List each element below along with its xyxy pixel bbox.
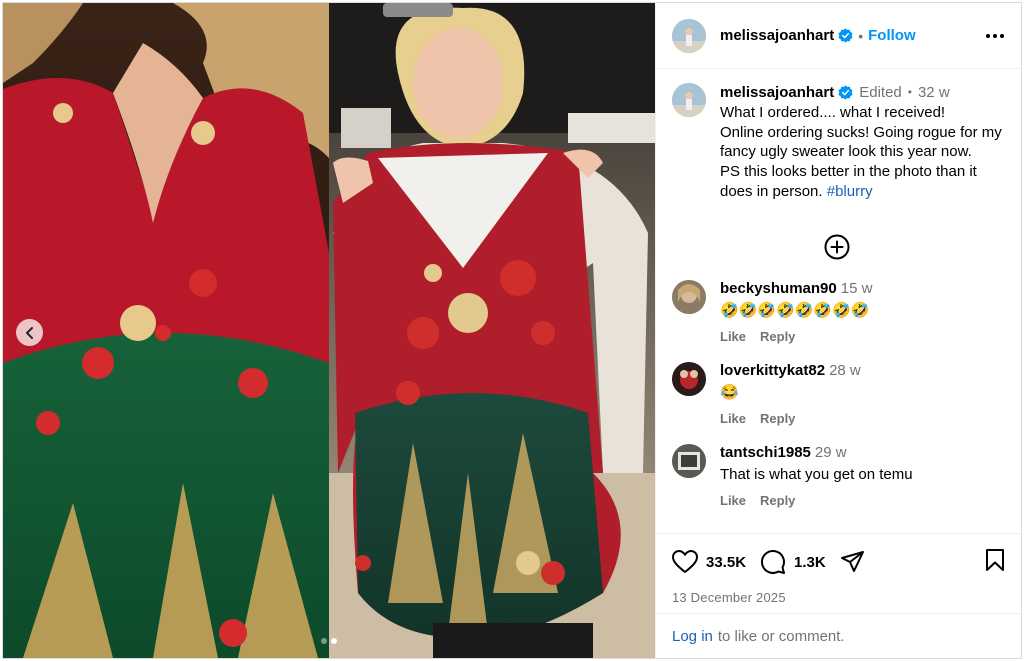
avatar[interactable]	[672, 443, 706, 478]
comment-username[interactable]: loverkittykat82	[720, 362, 825, 379]
post-header: melissajoanhart • Follow	[656, 3, 1021, 69]
comment-icon	[761, 550, 786, 574]
action-bar: 33.5K 1.3K	[672, 534, 1005, 590]
share-icon	[840, 551, 864, 572]
avatar[interactable]	[672, 279, 706, 314]
edited-label: Edited	[859, 84, 902, 101]
heart-icon	[672, 550, 698, 573]
comment-button[interactable]: 1.3K	[760, 549, 826, 575]
caption: melissajoanhart Edited • 32 w What I ord…	[672, 83, 1005, 202]
carousel-dot	[321, 638, 327, 644]
caption-text: What I ordered.... what I received! Onli…	[720, 103, 1005, 202]
more-horizontal-icon[interactable]	[983, 24, 1007, 48]
login-prompt: Log in to like or comment.	[656, 613, 1021, 658]
like-comment-button[interactable]: Like	[720, 411, 746, 426]
avatar[interactable]	[672, 361, 706, 396]
like-count[interactable]: 33.5K	[706, 554, 746, 571]
bookmark-icon	[986, 548, 1004, 571]
chevron-left-icon	[25, 326, 33, 339]
verified-badge-icon	[838, 85, 853, 100]
post-date[interactable]: 13 December 2025	[672, 590, 1005, 605]
comment-text: That is what you get on temu	[720, 465, 913, 483]
post-media[interactable]	[3, 3, 655, 658]
like-button[interactable]: 33.5K	[672, 550, 746, 574]
carousel-prev-button[interactable]	[16, 319, 43, 346]
comment-item: beckyshuman90 15 w 🤣🤣🤣🤣🤣🤣🤣🤣 Like Reply	[672, 279, 1005, 344]
carousel-dot-active	[331, 638, 337, 644]
hashtag-link[interactable]: #blurry	[827, 183, 873, 200]
avatar[interactable]	[672, 18, 706, 53]
like-comment-button[interactable]: Like	[720, 329, 746, 344]
comment-username[interactable]: tantschi1985	[720, 444, 811, 461]
comment-item: tantschi1985 29 w That is what you get on…	[672, 443, 1005, 508]
like-comment-button[interactable]: Like	[720, 493, 746, 508]
comment-timestamp: 28 w	[829, 361, 861, 379]
comment-count[interactable]: 1.3K	[794, 554, 826, 571]
login-prompt-text: to like or comment.	[717, 627, 845, 645]
comment-timestamp: 15 w	[840, 279, 873, 297]
post-image	[3, 3, 655, 658]
comments-scroll-area[interactable]: melissajoanhart Edited • 32 w What I ord…	[656, 69, 1021, 533]
reply-button[interactable]: Reply	[760, 329, 795, 344]
carousel-indicator	[3, 638, 655, 644]
post-side-panel: melissajoanhart • Follow melissajoanhart	[655, 3, 1021, 658]
share-button[interactable]	[840, 550, 865, 574]
caption-username[interactable]: melissajoanhart	[720, 83, 834, 103]
comment-username[interactable]: beckyshuman90	[720, 280, 837, 297]
caption-timestamp[interactable]: 32 w	[918, 83, 950, 103]
plus-circle-icon	[824, 234, 850, 260]
login-link[interactable]: Log in	[672, 628, 713, 645]
comment-text: 😂	[720, 383, 739, 401]
comment-item: loverkittykat82 28 w 😂 Like Reply	[672, 361, 1005, 426]
avatar[interactable]	[672, 83, 706, 117]
reply-button[interactable]: Reply	[760, 493, 795, 508]
load-more-comments-button[interactable]	[824, 234, 850, 260]
save-button[interactable]	[985, 548, 1005, 577]
post-card: melissajoanhart • Follow melissajoanhart	[2, 2, 1022, 659]
follow-button[interactable]: Follow	[868, 27, 916, 44]
separator-dot: •	[907, 85, 912, 99]
comment-text: 🤣🤣🤣🤣🤣🤣🤣🤣	[720, 301, 870, 319]
post-footer: 33.5K 1.3K 13 December 2025 Log in to li…	[656, 533, 1021, 658]
reply-button[interactable]: Reply	[760, 411, 795, 426]
comment-timestamp: 29 w	[814, 443, 847, 461]
username-link[interactable]: melissajoanhart	[720, 27, 834, 44]
separator-dot: •	[858, 27, 864, 44]
verified-badge-icon	[838, 28, 853, 43]
